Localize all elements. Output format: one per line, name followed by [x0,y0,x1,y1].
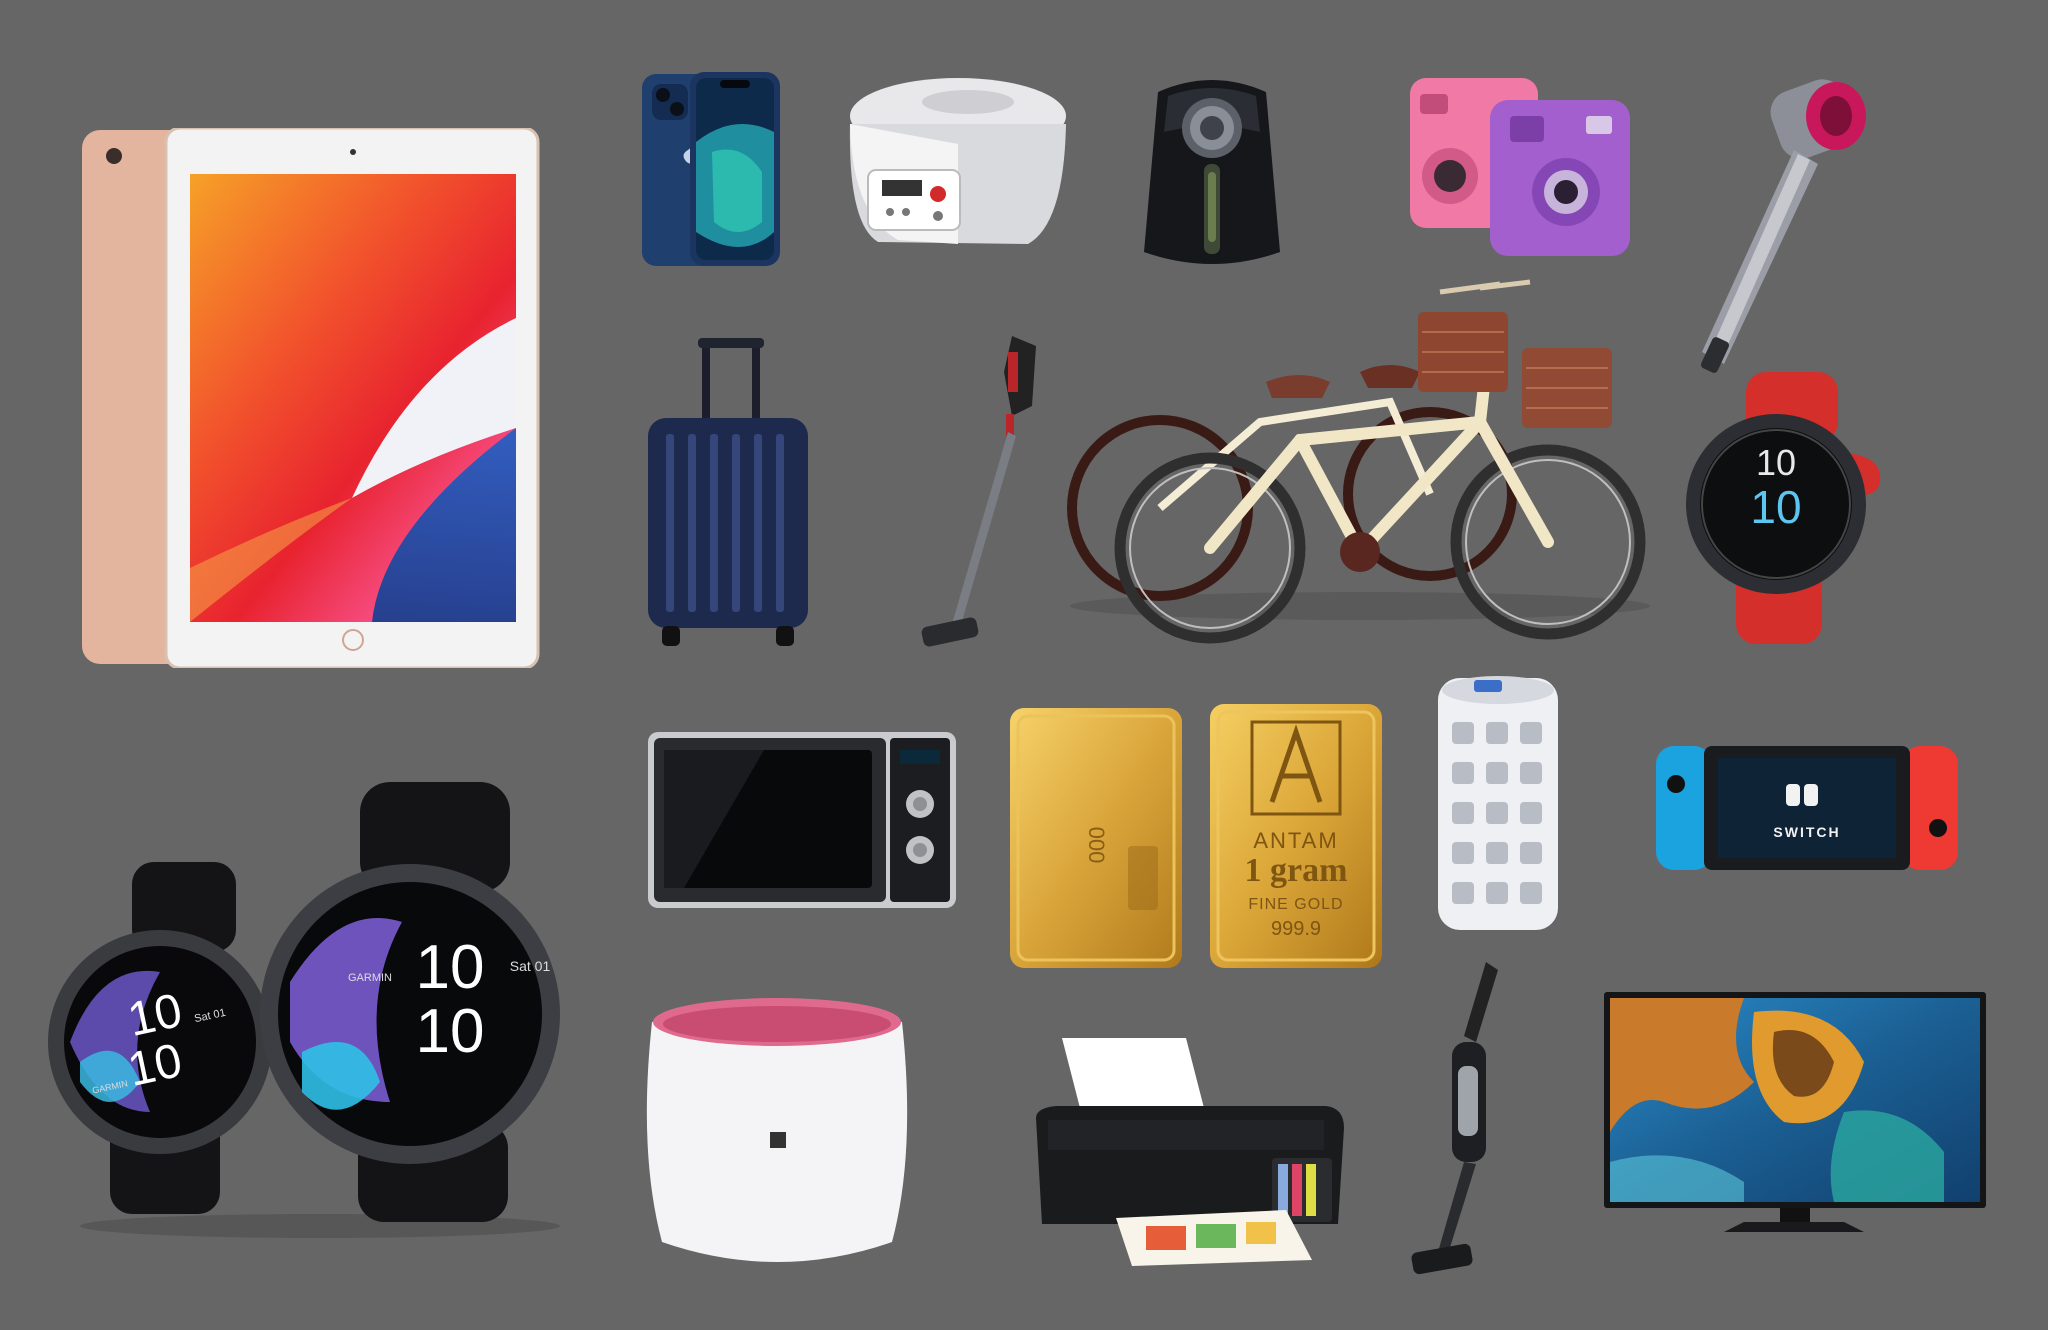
air-fryer-illustration [1144,80,1280,264]
smartphone [642,72,782,268]
rice-cooker [838,74,1070,252]
smartphone-illustration [642,72,780,266]
suitcase [648,338,816,648]
smartwatch-large-minutes: 10 [415,997,485,1066]
microwave-illustration [648,732,956,908]
product-collage: 10 10 000 ANTAM 1 gram FINE GOLD 999.9 S… [0,0,2048,1330]
hair-dryer [1686,72,1878,376]
smartwatch-large-hours: 10 [415,933,485,1002]
smartwatch-large-date: Sat 01 [509,958,551,974]
gold-bar-left: 000 [1008,706,1184,970]
gold-bar-right: ANTAM 1 gram FINE GOLD 999.9 [1208,702,1384,970]
smartwatch-large-brand: GARMIN [348,972,392,984]
gold-bar-purity: FINE GOLD [1248,896,1344,913]
cordless-vacuum [1408,962,1508,1284]
printer [1036,1038,1344,1268]
air-purifier-tower-illustration [1438,676,1558,930]
instant-cameras-illustration [1410,78,1630,256]
game-console-illustration [1656,746,1958,870]
air-purifier-compact-illustration [646,998,908,1262]
hair-dryer-illustration [1700,79,1866,373]
cordless-vacuum-illustration [1411,962,1498,1275]
microwave [644,726,964,914]
bicycles-illustration [1067,279,1650,644]
bicycles [1060,272,1654,650]
stick-vacuum [916,336,1064,654]
gold-bar-weight: 1 gram [1244,852,1348,889]
rice-cooker-illustration [849,78,1066,244]
game-console-label: SWITCH [1773,824,1841,840]
fitness-watch: 10 10 [1680,372,1884,648]
printer-illustration [1036,1038,1344,1266]
tablet [82,128,542,668]
television-illustration [1604,992,1986,1232]
gold-bar-left-serial: 000 [1084,826,1109,864]
gold-bar-fineness: 999.9 [1270,918,1322,940]
game-console: SWITCH [1656,744,1958,876]
suitcase-illustration [648,338,808,646]
air-fryer [1138,72,1286,274]
fitness-watch-minutes: 10 [1750,481,1802,533]
television [1604,992,1986,1236]
air-purifier-tower [1432,672,1564,936]
instant-cameras [1410,76,1634,260]
smartwatches-pair: 10 10 Sat 01 GARMIN 10 10 Sat 01 GARMIN [40,782,580,1246]
air-purifier-compact [638,992,916,1268]
gold-bar-brand: ANTAM [1253,828,1339,853]
tablet-illustration [82,128,540,668]
fitness-watch-hours: 10 [1755,442,1797,483]
stick-vacuum-illustration [921,336,1036,647]
